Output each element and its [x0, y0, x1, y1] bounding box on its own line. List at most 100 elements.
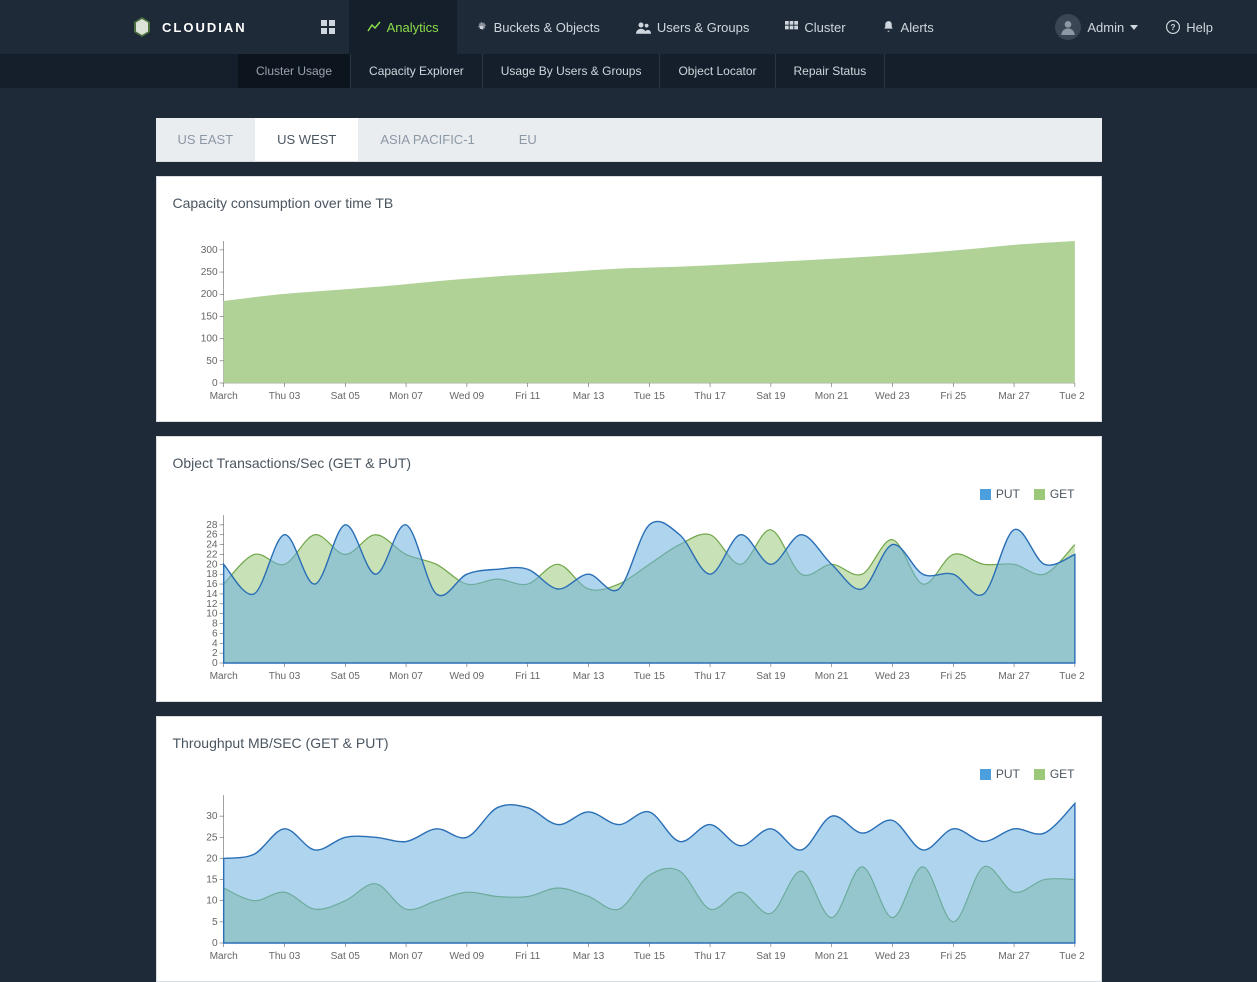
nav-analytics-label: Analytics: [387, 20, 439, 35]
region-tab-us-west[interactable]: US WEST: [255, 118, 358, 161]
svg-text:26: 26: [206, 530, 218, 541]
svg-text:Mon 07: Mon 07: [389, 951, 423, 962]
chart-line-icon: [367, 20, 381, 34]
users-icon: [636, 21, 651, 34]
svg-text:Tue 29: Tue 29: [1059, 951, 1085, 962]
svg-text:10: 10: [206, 896, 218, 907]
svg-text:200: 200: [200, 289, 217, 300]
subnav-repair-status[interactable]: Repair Status: [776, 54, 886, 88]
svg-text:4: 4: [211, 638, 217, 649]
svg-text:10: 10: [206, 609, 218, 620]
svg-text:0: 0: [211, 658, 217, 669]
chart-transactions: 0246810121416182022242628MarchThu 03Sat …: [173, 481, 1085, 691]
svg-text:Tue 15: Tue 15: [633, 391, 665, 402]
svg-text:Mar 27: Mar 27: [998, 671, 1030, 682]
svg-text:8: 8: [211, 619, 217, 630]
svg-text:30: 30: [206, 811, 218, 822]
brand-icon: [130, 15, 154, 39]
chart-capacity: 050100150200250300MarchThu 03Sat 05Mon 0…: [173, 221, 1085, 411]
nav-buckets-label: Buckets & Objects: [494, 20, 600, 35]
svg-text:20: 20: [206, 559, 218, 570]
brand-logo: CLOUDIAN: [0, 15, 267, 39]
svg-text:Wed 09: Wed 09: [449, 951, 484, 962]
nav-cluster-label: Cluster: [804, 20, 845, 35]
subnav-capacity-explorer[interactable]: Capacity Explorer: [351, 54, 483, 88]
svg-text:Tue 29: Tue 29: [1059, 391, 1085, 402]
nav-admin-menu[interactable]: Admin: [1041, 14, 1152, 40]
svg-text:Thu 17: Thu 17: [694, 391, 726, 402]
svg-text:Fri 25: Fri 25: [940, 951, 966, 962]
legend-throughput: PUT GET: [980, 767, 1075, 781]
subnav-usage-by-users[interactable]: Usage By Users & Groups: [483, 54, 661, 88]
svg-text:20: 20: [206, 853, 218, 864]
nav-users[interactable]: Users & Groups: [618, 0, 767, 54]
panel-transactions: Object Transactions/Sec (GET & PUT) PUT …: [156, 436, 1102, 702]
svg-text:Sat 19: Sat 19: [756, 671, 786, 682]
nav-buckets[interactable]: Buckets & Objects: [457, 0, 618, 54]
nav-home[interactable]: [307, 0, 349, 54]
svg-text:Fri 11: Fri 11: [515, 391, 541, 402]
gear-icon: [475, 21, 488, 34]
region-tab-us-east[interactable]: US EAST: [156, 118, 256, 161]
cluster-icon: [785, 21, 798, 34]
brand-text: CLOUDIAN: [162, 20, 247, 35]
legend-transactions: PUT GET: [980, 487, 1075, 501]
svg-text:Wed 23: Wed 23: [875, 391, 910, 402]
grid-icon: [321, 20, 335, 34]
swatch-put-icon: [980, 489, 991, 500]
svg-text:5: 5: [211, 917, 217, 928]
svg-text:Sat 05: Sat 05: [330, 391, 360, 402]
nav-admin-label: Admin: [1087, 20, 1124, 35]
help-icon: ?: [1166, 20, 1180, 34]
svg-text:Mar 13: Mar 13: [572, 671, 604, 682]
bell-icon: [882, 20, 895, 34]
svg-text:Wed 09: Wed 09: [449, 391, 484, 402]
svg-text:March: March: [209, 671, 237, 682]
svg-text:Mon 07: Mon 07: [389, 391, 423, 402]
panel-throughput: Throughput MB/SEC (GET & PUT) PUT GET 05…: [156, 716, 1102, 982]
svg-text:0: 0: [211, 378, 217, 389]
subnav-object-locator[interactable]: Object Locator: [660, 54, 775, 88]
svg-text:Wed 23: Wed 23: [875, 671, 910, 682]
panel-capacity-title: Capacity consumption over time TB: [173, 195, 1085, 211]
region-tab-asia[interactable]: ASIA PACIFIC-1: [358, 118, 496, 161]
svg-text:Fri 11: Fri 11: [515, 951, 541, 962]
region-tab-eu[interactable]: EU: [497, 118, 559, 161]
sub-nav: Cluster Usage Capacity Explorer Usage By…: [0, 54, 1257, 88]
svg-text:150: 150: [200, 311, 217, 322]
panel-transactions-title: Object Transactions/Sec (GET & PUT): [173, 455, 1085, 471]
svg-text:Fri 11: Fri 11: [515, 671, 541, 682]
nav-users-label: Users & Groups: [657, 20, 749, 35]
top-nav: CLOUDIAN Analytics Buckets & Objects Use…: [0, 0, 1257, 54]
svg-text:300: 300: [200, 245, 217, 256]
nav-analytics[interactable]: Analytics: [349, 0, 457, 54]
svg-text:Fri 25: Fri 25: [940, 671, 966, 682]
nav-cluster[interactable]: Cluster: [767, 0, 863, 54]
svg-text:25: 25: [206, 832, 218, 843]
svg-text:Thu 17: Thu 17: [694, 951, 726, 962]
svg-text:Mar 13: Mar 13: [572, 951, 604, 962]
svg-text:22: 22: [206, 550, 218, 561]
svg-text:Thu 03: Thu 03: [268, 951, 300, 962]
svg-text:2: 2: [211, 648, 217, 659]
svg-text:Mon 21: Mon 21: [814, 951, 848, 962]
svg-text:Mon 21: Mon 21: [814, 391, 848, 402]
svg-text:Mon 21: Mon 21: [814, 671, 848, 682]
svg-text:Mar 13: Mar 13: [572, 391, 604, 402]
nav-alerts[interactable]: Alerts: [864, 0, 952, 54]
svg-text:50: 50: [206, 356, 218, 367]
swatch-get-icon: [1034, 489, 1045, 500]
svg-text:Mon 07: Mon 07: [389, 671, 423, 682]
content: US EAST US WEST ASIA PACIFIC-1 EU Capaci…: [156, 118, 1102, 982]
swatch-put-icon: [980, 769, 991, 780]
nav-help[interactable]: ? Help: [1152, 20, 1227, 35]
svg-text:18: 18: [206, 569, 218, 580]
svg-text:6: 6: [211, 628, 217, 639]
svg-text:14: 14: [206, 589, 218, 600]
svg-text:Wed 23: Wed 23: [875, 951, 910, 962]
svg-text:100: 100: [200, 334, 217, 345]
region-tabs: US EAST US WEST ASIA PACIFIC-1 EU: [156, 118, 1102, 162]
subnav-cluster-usage[interactable]: Cluster Usage: [238, 54, 351, 88]
svg-text:Tue 29: Tue 29: [1059, 671, 1085, 682]
svg-text:0: 0: [211, 938, 217, 949]
